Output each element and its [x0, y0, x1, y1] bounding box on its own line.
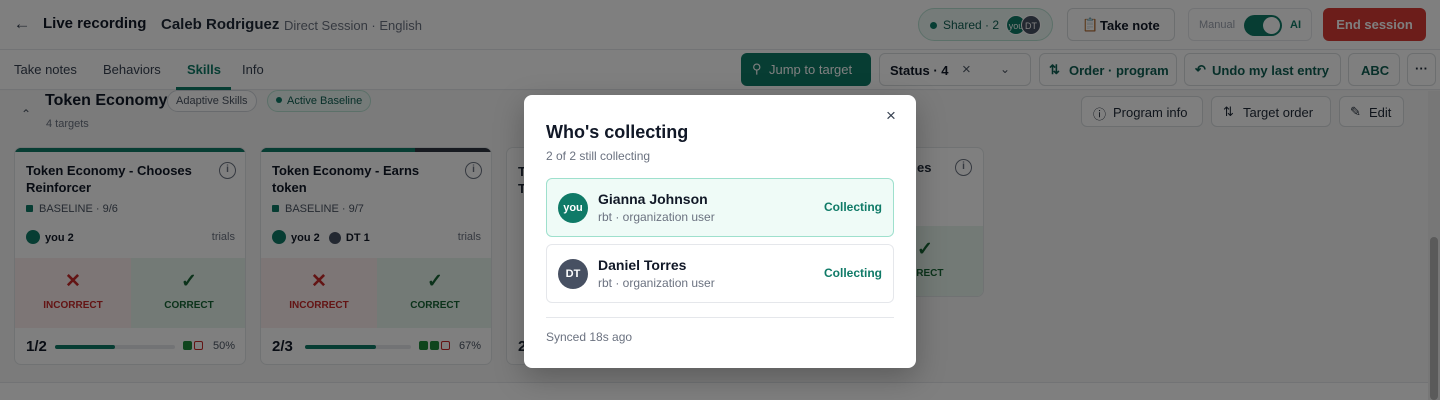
- collector-name: Daniel Torres: [598, 257, 687, 273]
- collector-role: rbt · organization user: [598, 276, 715, 290]
- avatar: DT: [558, 259, 588, 289]
- collector-row: DT Daniel Torres rbt · organization user…: [546, 244, 894, 303]
- avatar: you: [558, 193, 588, 223]
- close-icon[interactable]: ×: [886, 107, 896, 124]
- whos-collecting-dialog: × Who's collecting 2 of 2 still collecti…: [524, 95, 916, 368]
- dialog-title: Who's collecting: [546, 122, 689, 142]
- dialog-subtitle: 2 of 2 still collecting: [546, 149, 651, 163]
- collector-name: Gianna Johnson: [598, 191, 708, 207]
- collector-status: Collecting: [823, 266, 882, 280]
- collector-row: you Gianna Johnson rbt · organization us…: [546, 178, 894, 237]
- divider: [546, 317, 894, 318]
- sync-status: Synced 18s ago: [546, 330, 633, 344]
- collector-status: Collecting: [823, 200, 882, 214]
- collector-role: rbt · organization user: [598, 210, 715, 224]
